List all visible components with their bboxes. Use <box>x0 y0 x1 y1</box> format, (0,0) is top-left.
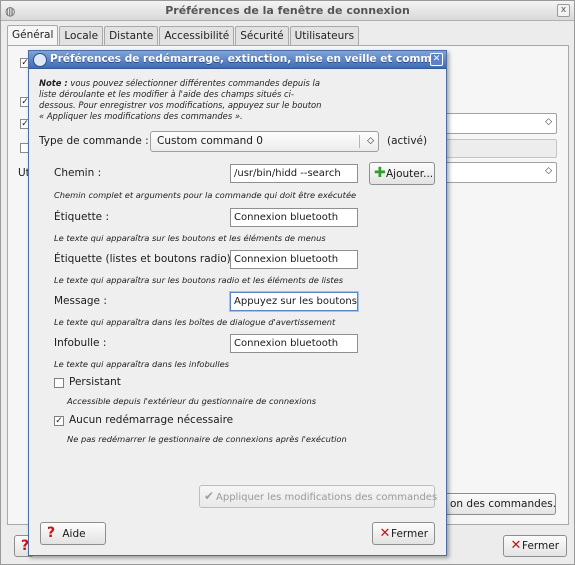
chevron-updown-icon: ◇ <box>367 136 374 146</box>
persistant-checkbox[interactable] <box>54 378 64 388</box>
note-text: Note : vous pouvez sélectionner différen… <box>39 78 329 122</box>
infobulle-label: Infobulle : <box>54 337 107 349</box>
note-body: vous pouvez sélectionner différentes com… <box>39 78 322 121</box>
no-restart-label: Aucun redémarrage nécessaire <box>69 414 234 426</box>
command-config-button[interactable]: on des commandes... <box>431 493 556 515</box>
no-restart-checkbox[interactable]: ✓ <box>54 416 64 426</box>
message-input[interactable]: Appuyez sur les boutons d <box>230 292 358 311</box>
help-button-label: Aide <box>62 528 86 540</box>
main-close-button-label: Fermer <box>522 540 560 552</box>
tab-securite[interactable]: Sécurité <box>235 26 289 45</box>
no-restart-hint: Ne pas redémarrer le gestionnaire de con… <box>67 434 347 444</box>
chevron-updown-icon: ◇ <box>545 117 552 127</box>
persistant-label: Persistant <box>69 376 121 388</box>
etiquette-hint: Le texte qui apparaîtra sur les boutons … <box>54 233 326 243</box>
app-icon <box>33 53 47 67</box>
bg-disabled-field <box>441 139 557 158</box>
command-status: (activé) <box>387 135 428 147</box>
apply-changes-button[interactable]: ✔ Appliquer les modifications des command… <box>199 485 438 508</box>
etiquette-radio-input[interactable]: Connexion bluetooth <box>230 250 358 269</box>
add-button[interactable]: ✚Ajouter... <box>369 162 435 185</box>
window-titlebar: ◍ Préférences de la fenêtre de connexion… <box>1 1 574 21</box>
tab-distante[interactable]: Distante <box>104 26 159 45</box>
tab-locale[interactable]: Locale <box>59 26 104 45</box>
path-input[interactable]: /usr/bin/hidd --search <box>230 164 358 183</box>
add-button-label: Ajouter... <box>386 168 434 180</box>
command-type-value: Custom command 0 <box>157 135 263 147</box>
close-icon: ✕ <box>379 526 391 541</box>
chevron-updown-icon: ◇ <box>545 166 552 176</box>
message-label: Message : <box>54 295 107 307</box>
persistant-hint: Accessible depuis l'extérieur du gestion… <box>67 396 317 406</box>
close-button-label: Fermer <box>391 528 429 540</box>
etiquette-radio-label: Étiquette (listes et boutons radio) : <box>54 253 238 265</box>
dialog-close-icon[interactable]: ✕ <box>430 53 443 66</box>
command-config-button-label: on des commandes... <box>450 498 556 510</box>
infobulle-input[interactable]: Connexion bluetooth <box>230 334 358 353</box>
help-icon: ? <box>47 525 56 541</box>
close-button[interactable]: ✕Fermer <box>372 522 435 545</box>
tab-accessibilite[interactable]: Accessibilité <box>159 26 235 45</box>
window-title: Préférences de la fenêtre de connexion <box>165 4 410 17</box>
note-label: Note : <box>39 78 68 88</box>
message-hint: Le texte qui apparaîtra dans les boîtes … <box>54 317 336 327</box>
bg-combo-2[interactable]: ◇ <box>441 162 557 183</box>
etiquette-label: Étiquette : <box>54 211 110 223</box>
commands-dialog: Préférences de redémarrage, extinction, … <box>28 50 447 556</box>
close-icon[interactable]: x <box>557 4 570 17</box>
infobulle-hint: Le texte qui apparaîtra dans les infobul… <box>54 359 230 369</box>
main-close-button[interactable]: ✕Fermer <box>503 535 567 557</box>
dialog-titlebar: Préférences de redémarrage, extinction, … <box>29 51 446 69</box>
etiquette-input[interactable]: Connexion bluetooth <box>230 208 358 227</box>
tab-general[interactable]: Général <box>7 25 59 46</box>
apply-changes-label: Appliquer les modifications des commande… <box>216 492 438 503</box>
check-icon: ✔ <box>204 489 215 503</box>
close-icon: ✕ <box>510 538 522 553</box>
tab-utilisateurs[interactable]: Utilisateurs <box>289 26 360 45</box>
plus-icon: ✚ <box>374 165 386 181</box>
etiquette-radio-hint: Le texte qui apparaîtra sur les boutons … <box>54 275 344 285</box>
dialog-title: Préférences de redémarrage, extinction, … <box>50 53 430 65</box>
combo-separator <box>359 135 360 148</box>
command-type-select[interactable]: Custom command 0 ◇ <box>150 131 379 152</box>
path-hint: Chemin complet et arguments pour la comm… <box>54 190 357 200</box>
tab-bar: Général Locale Distante Accessibilité Sé… <box>7 25 360 46</box>
path-label: Chemin : <box>54 167 102 179</box>
command-type-label: Type de commande : <box>39 135 149 147</box>
help-button[interactable]: ? Aide <box>40 522 106 545</box>
bg-combo-1[interactable]: ◇ <box>441 113 557 134</box>
